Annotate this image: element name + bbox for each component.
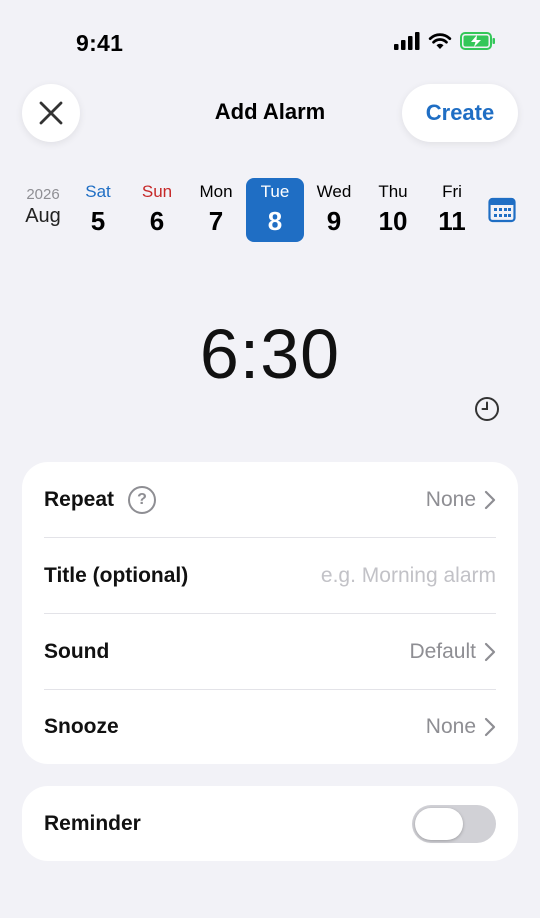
date-day-wed[interactable]: Wed 9 bbox=[305, 178, 363, 242]
day-number: 6 bbox=[149, 206, 165, 236]
clock-icon[interactable] bbox=[474, 396, 500, 422]
reminder-row: Reminder bbox=[44, 786, 496, 861]
date-day-fri[interactable]: Fri 11 bbox=[423, 178, 481, 242]
cellular-signal-icon bbox=[394, 32, 420, 50]
snooze-value: None bbox=[425, 714, 476, 738]
date-day-mon[interactable]: Mon 7 bbox=[187, 178, 245, 242]
repeat-label: Repeat bbox=[44, 487, 115, 511]
day-number: 7 bbox=[208, 206, 224, 236]
date-strip: 2026 Aug Sat 5 Sun 6 Mon 7 Tue 8 Wed 9 Thu 10 Fri 11 bbox=[0, 178, 540, 242]
day-number: 9 bbox=[326, 206, 342, 236]
title-row[interactable]: Title (optional) e.g. Morning alarm bbox=[44, 538, 496, 614]
month-label: 2026 Aug bbox=[18, 186, 68, 228]
nav-bar: Add Alarm Create bbox=[0, 84, 540, 144]
date-day-tue[interactable]: Tue 8 bbox=[246, 178, 304, 242]
day-of-week: Fri bbox=[442, 182, 462, 201]
sound-row[interactable]: Sound Default bbox=[44, 614, 496, 690]
chevron-right-icon bbox=[484, 490, 496, 509]
reminder-card: Reminder bbox=[22, 786, 518, 861]
repeat-value: None bbox=[425, 487, 476, 511]
sound-label: Sound bbox=[44, 639, 110, 663]
repeat-row[interactable]: Repeat ? None bbox=[44, 462, 496, 538]
day-of-week: Wed bbox=[316, 182, 352, 201]
status-time: 9:41 bbox=[76, 30, 124, 56]
day-of-week: Mon bbox=[199, 182, 233, 201]
day-number: 10 bbox=[378, 206, 408, 236]
day-of-week: Sat bbox=[85, 182, 111, 201]
reminder-toggle[interactable] bbox=[412, 804, 496, 843]
day-of-week: Tue bbox=[260, 182, 290, 201]
status-icons bbox=[394, 32, 496, 50]
date-day-thu[interactable]: Thu 10 bbox=[364, 178, 422, 242]
sound-value: Default bbox=[409, 639, 476, 663]
alarm-settings-card: Repeat ? None Title (optional) e.g. Morn… bbox=[22, 462, 518, 764]
reminder-label: Reminder bbox=[44, 811, 141, 835]
month-text: Aug bbox=[25, 205, 61, 227]
wifi-icon bbox=[428, 33, 452, 49]
calendar-icon[interactable] bbox=[488, 196, 516, 224]
title-label: Title (optional) bbox=[44, 563, 189, 587]
create-button[interactable]: Create bbox=[402, 84, 518, 142]
chevron-right-icon bbox=[484, 717, 496, 736]
help-icon[interactable]: ? bbox=[128, 485, 157, 514]
day-of-week: Sun bbox=[141, 182, 173, 201]
battery-charging-icon bbox=[460, 32, 495, 50]
alarm-time[interactable]: 6:30 bbox=[0, 314, 540, 394]
chevron-right-icon bbox=[484, 642, 496, 661]
title-input[interactable]: e.g. Morning alarm bbox=[321, 564, 496, 588]
year-text: 2026 bbox=[26, 186, 60, 203]
day-number: 8 bbox=[267, 206, 283, 236]
snooze-label: Snooze bbox=[44, 714, 119, 738]
day-number: 5 bbox=[90, 206, 106, 236]
date-day-sun[interactable]: Sun 6 bbox=[128, 178, 186, 242]
snooze-row[interactable]: Snooze None bbox=[44, 689, 496, 764]
toggle-knob bbox=[415, 807, 463, 840]
date-day-sat[interactable]: Sat 5 bbox=[69, 178, 127, 242]
day-number: 11 bbox=[438, 206, 466, 236]
day-of-week: Thu bbox=[378, 182, 408, 201]
status-bar: 9:41 bbox=[0, 0, 540, 80]
